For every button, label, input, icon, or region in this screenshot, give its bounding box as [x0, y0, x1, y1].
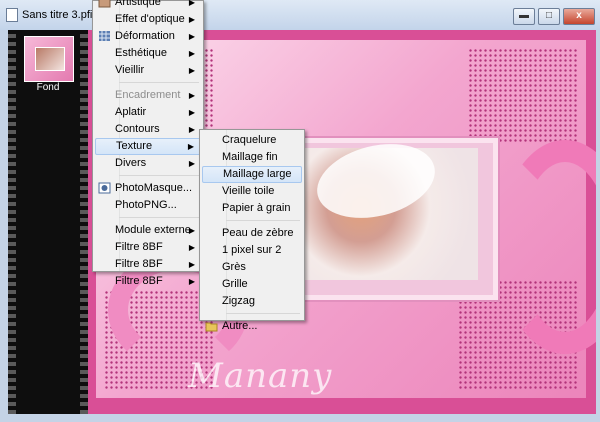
menu-item-label: Effet d'optique [115, 13, 185, 25]
menu-item-label: Filtre 8BF [115, 258, 163, 270]
menu-item-peau-de-zebre[interactable]: Peau de zèbre [202, 225, 302, 242]
submenu-arrow-icon: ▶ [188, 108, 195, 117]
menu-item-label: Artistique [115, 0, 161, 8]
menu-item-photomasque[interactable]: PhotoMasque... [95, 180, 201, 197]
submenu-arrow-icon: ▶ [188, 159, 195, 168]
artistique-icon [98, 0, 111, 8]
document-icon [6, 8, 18, 22]
menu-item-maillage-large[interactable]: Maillage large [202, 166, 302, 183]
menu-item-label: PhotoMasque... [115, 182, 193, 194]
menu-item-label: Aplatir [115, 106, 147, 118]
menu-item-filtre-8bf[interactable]: Filtre 8BF ▶ [95, 273, 201, 290]
submenu-arrow-icon: ▶ [188, 0, 195, 7]
menu-item-artistique[interactable]: Artistique ▶ [95, 0, 201, 11]
title-bar[interactable]: Sans titre 3.pfi ▬ □ x [0, 0, 600, 30]
layer-label: Fond [36, 82, 60, 93]
menu-item-label: Texture [116, 140, 153, 152]
submenu-arrow-icon: ▶ [188, 49, 195, 58]
texture-submenu: Craquelure Maillage fin Maillage large Viei… [199, 129, 305, 332]
maximize-button[interactable]: □ [538, 8, 560, 25]
submenu-arrow-icon: ▶ [188, 125, 195, 134]
menu-item-deformation[interactable]: Déformation ▶ [95, 28, 201, 45]
deformation-icon [98, 30, 111, 42]
menu-separator [226, 313, 300, 314]
menu-item-maillage-fin[interactable]: Maillage fin [202, 149, 302, 166]
effects-menu: Artistique ▶ Effet d'optique ▶ Déformation ▶ E… [92, 0, 204, 287]
submenu-arrow-icon: ▶ [188, 226, 195, 235]
menu-item-esthetique[interactable]: Esthétique ▶ [95, 45, 201, 62]
menu-item-label: Maillage large [223, 168, 292, 180]
submenu-arrow-icon: ▶ [188, 91, 195, 100]
menu-item-label: Esthétique [115, 47, 167, 59]
menu-item-label: Craquelure [222, 134, 277, 146]
menu-separator [119, 82, 199, 83]
submenu-arrow-icon: ▶ [188, 15, 195, 24]
menu-item-label: Peau de zèbre [222, 227, 294, 239]
menu-item-label: Filtre 8BF [115, 241, 163, 253]
submenu-arrow-icon: ▶ [188, 260, 195, 269]
submenu-arrow-icon: ▶ [188, 277, 195, 286]
menu-item-filtre-8bf[interactable]: Filtre 8BF ▶ [95, 239, 201, 256]
dot-pattern [468, 48, 578, 143]
menu-item-label: Module externe [115, 224, 191, 236]
layers-filmstrip: Fond [8, 30, 88, 414]
menu-item-label: Contours [115, 123, 160, 135]
menu-item-1-pixel-sur-2[interactable]: 1 pixel sur 2 [202, 242, 302, 259]
photomasque-icon [98, 182, 111, 194]
menu-item-grille[interactable]: Grille [202, 276, 302, 293]
menu-item-divers[interactable]: Divers ▶ [95, 155, 201, 172]
menu-item-aplatir[interactable]: Aplatir ▶ [95, 104, 201, 121]
menu-separator [226, 220, 300, 221]
menu-item-papier-a-grain[interactable]: Papier à grain [202, 200, 302, 217]
menu-item-photopng[interactable]: PhotoPNG... [95, 197, 201, 214]
menu-item-filtre-8bf[interactable]: Filtre 8BF ▶ [95, 256, 201, 273]
minimize-button[interactable]: ▬ [513, 8, 535, 25]
menu-item-gres[interactable]: Grès [202, 259, 302, 276]
menu-item-effet-d-optique[interactable]: Effet d'optique ▶ [95, 11, 201, 28]
window-title: Sans titre 3.pfi [22, 9, 93, 21]
menu-item-craquelure[interactable]: Craquelure [202, 132, 302, 149]
submenu-arrow-icon: ▶ [188, 243, 195, 252]
menu-item-label: Déformation [115, 30, 175, 42]
menu-item-label: Vieillir [115, 64, 145, 76]
menu-item-label: Vieille toile [222, 185, 275, 197]
menu-separator [119, 175, 199, 176]
menu-separator [119, 217, 199, 218]
submenu-arrow-icon: ▶ [187, 142, 194, 151]
folder-icon [205, 320, 218, 332]
menu-item-label: 1 pixel sur 2 [222, 244, 282, 256]
menu-item-label: Divers [115, 157, 147, 169]
menu-item-module-externe[interactable]: Module externe ▶ [95, 222, 201, 239]
menu-item-vieillir[interactable]: Vieillir ▶ [95, 62, 201, 79]
menu-item-label: PhotoPNG... [115, 199, 177, 211]
menu-item-label: Zigzag [222, 295, 256, 307]
submenu-arrow-icon: ▶ [188, 66, 195, 75]
layer-thumbnail[interactable] [24, 36, 74, 82]
submenu-arrow-icon: ▶ [188, 32, 195, 41]
menu-item-encadrement: Encadrement ▶ [95, 87, 201, 104]
menu-item-texture[interactable]: Texture ▶ [95, 138, 201, 155]
menu-item-label: Encadrement [115, 89, 181, 101]
menu-item-label: Filtre 8BF [115, 275, 163, 287]
menu-item-autre[interactable]: Autre... [202, 318, 302, 335]
close-button[interactable]: x [563, 8, 595, 25]
watermark-signature: Manany [188, 356, 333, 396]
menu-item-label: Grès [222, 261, 246, 273]
menu-item-label: Papier à grain [222, 202, 291, 214]
menu-item-zigzag[interactable]: Zigzag [202, 293, 302, 310]
menu-item-vieille-toile[interactable]: Vieille toile [202, 183, 302, 200]
menu-item-label: Autre... [222, 320, 258, 332]
thumbnail-image [35, 47, 65, 71]
menu-item-label: Maillage fin [222, 151, 278, 163]
menu-item-label: Grille [222, 278, 248, 290]
menu-item-contours[interactable]: Contours ▶ [95, 121, 201, 138]
